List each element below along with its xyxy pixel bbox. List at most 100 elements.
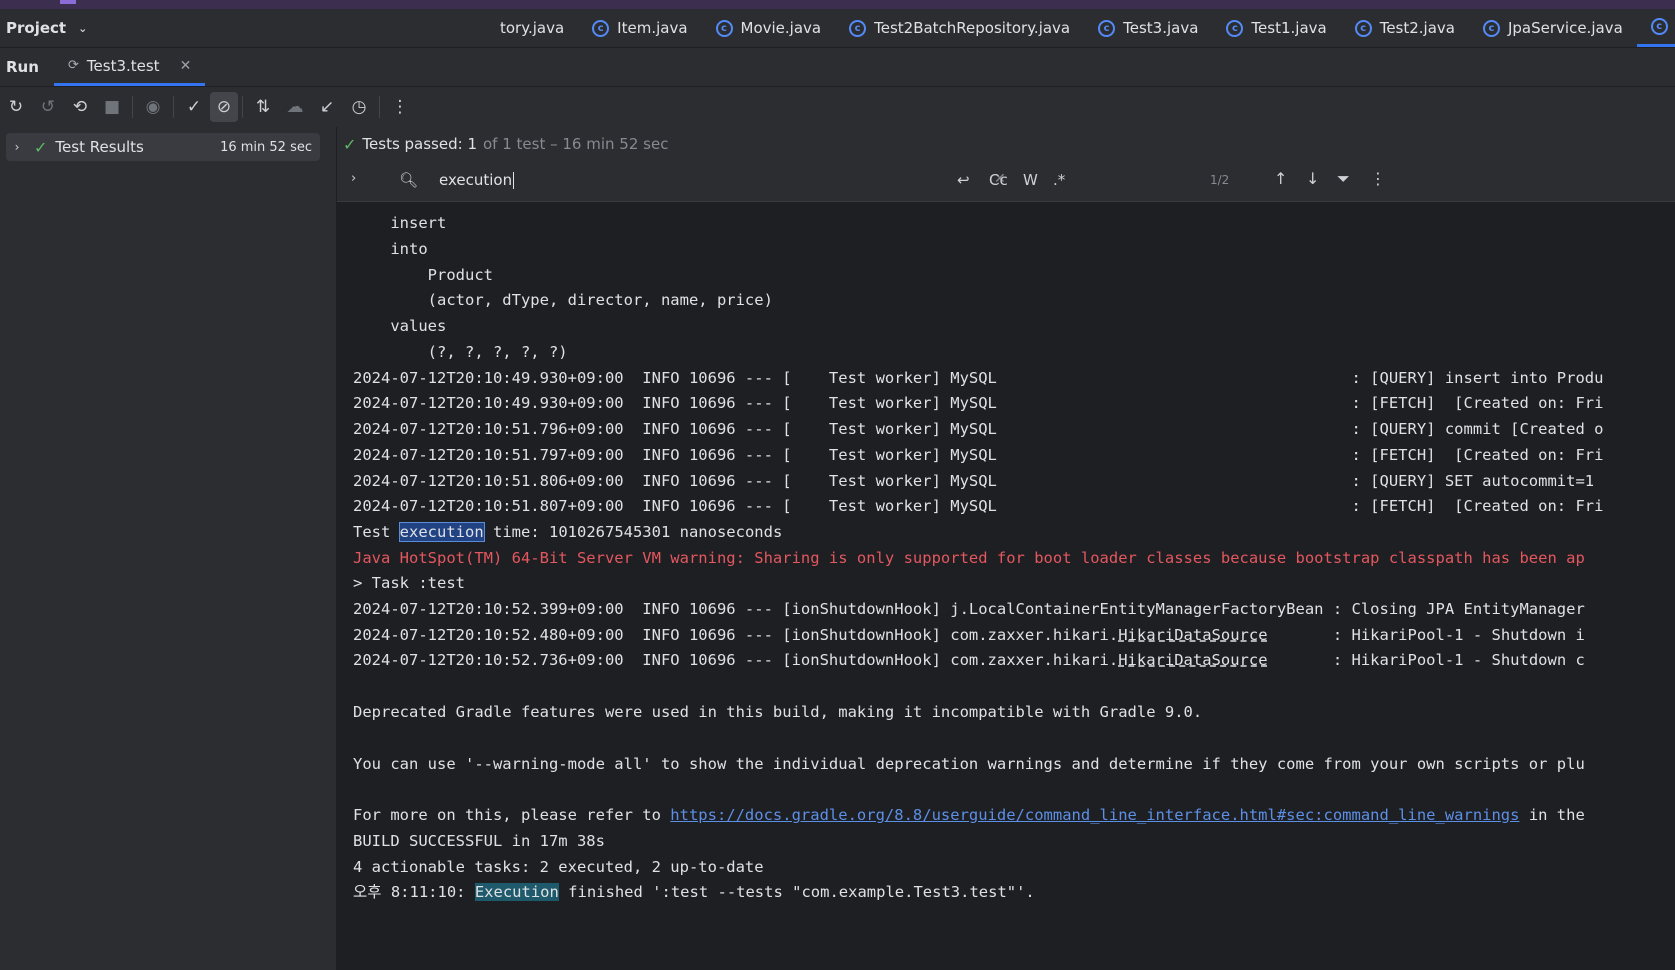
class-icon: c (1226, 19, 1244, 37)
toolbar-divider (173, 96, 174, 118)
editor-tab[interactable]: c Test2BatchRepository.java (835, 9, 1084, 47)
editor-tab-label: Test3.java (1123, 19, 1199, 37)
passed-check-icon: ✓ (343, 134, 357, 154)
regex-toggle[interactable]: .* (1053, 171, 1065, 189)
editor-tab-label: Test2.java (1379, 19, 1455, 37)
search-match-current: execution (398, 522, 485, 542)
search-match: Execution (474, 883, 559, 901)
run-tool-header: Run ⟳ Test3.test ✕ (0, 48, 1675, 87)
next-match-icon[interactable]: ↓ (1306, 169, 1319, 188)
editor-tab-label: Test1.java (1251, 19, 1327, 37)
project-label: Project (6, 19, 67, 37)
match-counter: 1/2 (1210, 173, 1230, 187)
newline-icon[interactable]: ↩ (957, 171, 970, 189)
class-icon: c (1354, 19, 1372, 37)
search-icon[interactable]: 🔍︎ (399, 171, 418, 189)
search-input[interactable]: execution (439, 171, 515, 189)
project-selector[interactable]: Project ⌄ (6, 9, 87, 47)
editor-tab[interactable]: c Test2.java (1341, 9, 1469, 47)
export-icon[interactable]: ↙ (311, 92, 343, 122)
console-line: (?, ?, ?, ?, ?) (353, 343, 568, 361)
run-label: Run (6, 58, 39, 76)
rerun-icon[interactable]: ↻ (0, 92, 32, 122)
console-line: Deprecated Gradle features were used in … (353, 703, 1203, 721)
console-line: 2024-07-12T20:10:51.807+09:00 INFO 10696… (353, 497, 1604, 515)
console-line: (actor, dType, director, name, price) (353, 291, 773, 309)
class-reference[interactable]: HikariDataSource (1118, 626, 1267, 644)
previous-match-icon[interactable]: ↑ (1274, 169, 1287, 188)
test-tree-panel: › ✓ Test Results 16 min 52 sec (0, 127, 337, 970)
class-icon: c (849, 19, 867, 37)
console-line: 4 actionable tasks: 2 executed, 2 up-to-… (353, 858, 764, 876)
toolbar-divider (379, 96, 380, 118)
class-icon: c (1482, 19, 1500, 37)
history-icon[interactable]: ◷ (343, 92, 375, 122)
editor-tab[interactable]: c Test3.java (1084, 9, 1212, 47)
console-line: 오후 8:11:10: Execution finished ':test --… (353, 883, 1035, 901)
console-output[interactable]: Hibernate: insert into Product (actor, d… (337, 202, 1675, 970)
editor-tab-label: tory.java (500, 19, 565, 37)
more-options-icon[interactable]: ⋮ (1370, 169, 1386, 188)
editor-tabs: tory.java c Item.java c Movie.java c Test2Batc… (486, 9, 1675, 47)
console-line: Test execution time: 1010267545301 nanos… (353, 522, 783, 542)
filter-icon[interactable]: ⏷ (1337, 169, 1350, 189)
expand-replace-icon[interactable]: › (351, 171, 356, 186)
run-config-tab[interactable]: ⟳ Test3.test ✕ (54, 48, 206, 86)
show-ignored-icon[interactable]: ◉ (137, 92, 169, 122)
console-line: 2024-07-12T20:10:52.399+09:00 INFO 10696… (353, 600, 1585, 618)
find-bar: › 🔍︎ execution ✕ ↩ Cc W .* 1/2 ↑ ↓ ⏷ ⋮ (337, 161, 1675, 202)
console-line: 2024-07-12T20:10:49.930+09:00 INFO 10696… (353, 394, 1604, 412)
text-caret (513, 172, 515, 189)
class-reference[interactable]: HikariDataSource (1118, 651, 1267, 669)
console-line: 2024-07-12T20:10:51.806+09:00 INFO 10696… (353, 472, 1595, 490)
rerun-failed-icon[interactable]: ↺ (32, 92, 64, 122)
editor-tab[interactable]: tory.java (486, 9, 578, 47)
test-duration: 16 min 52 sec (220, 139, 312, 155)
passed-check-icon: ✓ (34, 137, 48, 157)
search-query: execution (439, 171, 513, 189)
console-line: values (353, 317, 447, 335)
whole-words-toggle[interactable]: W (1023, 171, 1038, 189)
show-passed-icon[interactable]: ✓ (178, 92, 210, 122)
match-case-toggle[interactable]: Cc (989, 171, 1008, 189)
toggle-auto-test-icon[interactable]: ⟲ (64, 92, 96, 122)
class-icon: c (1098, 19, 1116, 37)
app-logo-mark (60, 0, 76, 4)
console-line: Product (353, 266, 493, 284)
sort-icon[interactable]: ⇅ (247, 92, 279, 122)
class-icon: c (592, 19, 610, 37)
console-line: 2024-07-12T20:10:49.930+09:00 INFO 10696… (353, 369, 1604, 387)
stop-icon[interactable]: ■ (96, 92, 128, 122)
console-line: 2024-07-12T20:10:51.796+09:00 INFO 10696… (353, 420, 1604, 438)
tests-passed-label: Tests passed: 1 (362, 135, 477, 153)
window-top-strip (0, 0, 1675, 9)
editor-tab[interactable]: c JpaService.java (1469, 9, 1637, 47)
import-tests-icon[interactable]: ☁ (279, 92, 311, 122)
console-panel: ✓ Tests passed: 1 of 1 test – 16 min 52 … (337, 127, 1675, 970)
run-tab-label: Test3.test (86, 56, 160, 75)
class-icon: c (715, 19, 733, 37)
console-line: 2024-07-12T20:10:52.736+09:00 INFO 10696… (353, 651, 1585, 669)
toolbar-divider (132, 96, 133, 118)
console-line: into (353, 240, 428, 258)
console-line: For more on this, please refer to https:… (353, 806, 1585, 824)
editor-header: Project ⌄ tory.java c Item.java c Movie.java… (0, 9, 1675, 48)
console-line: You can use '--warning-mode all' to show… (353, 755, 1585, 773)
expand-arrow-icon[interactable]: › (8, 140, 26, 154)
editor-tab[interactable]: cProduct.java (1636, 9, 1675, 47)
test-results-node[interactable]: › ✓ Test Results 16 min 52 sec (6, 133, 320, 161)
editor-tab[interactable]: c Movie.java (702, 9, 836, 47)
show-ignored-toggle-icon[interactable]: ⊘ (210, 92, 238, 122)
test-status-bar: ✓ Tests passed: 1 of 1 test – 16 min 52 … (337, 127, 1675, 161)
editor-tab-label: JpaService.java (1507, 19, 1623, 37)
editor-tab[interactable]: c Test1.java (1212, 9, 1340, 47)
close-icon[interactable]: ✕ (180, 58, 192, 74)
more-options-icon[interactable]: ⋮ (384, 92, 416, 122)
build-result-line: BUILD SUCCESSFUL in 17m 38s (353, 832, 605, 850)
test-run-icon: ⟳ (68, 58, 79, 73)
run-toolbar: ↻ ↺ ⟲ ■ ◉ ✓ ⊘ ⇅ ☁ ↙ ◷ ⋮ (0, 87, 1675, 127)
console-warning-line: Java HotSpot(TM) 64-Bit Server VM warnin… (353, 549, 1585, 567)
gradle-docs-link[interactable]: https://docs.gradle.org/8.8/userguide/co… (670, 806, 1519, 824)
toolbar-divider (242, 96, 243, 118)
editor-tab[interactable]: c Item.java (578, 9, 701, 47)
